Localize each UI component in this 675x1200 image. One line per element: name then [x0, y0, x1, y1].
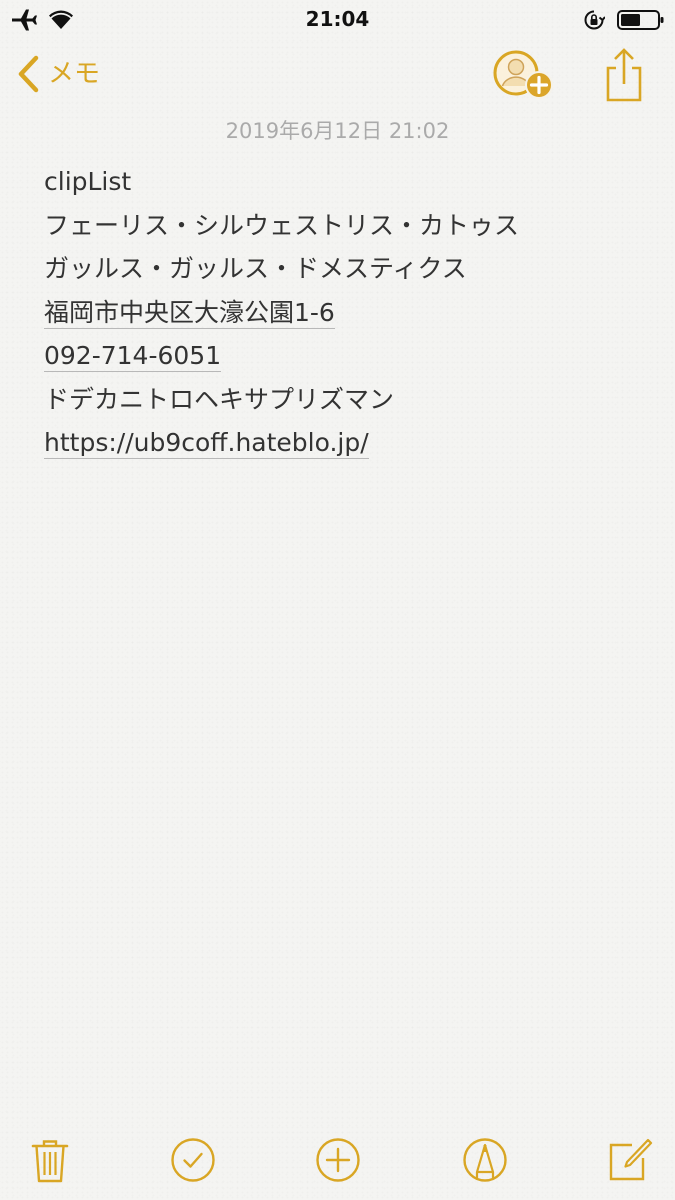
bottom-toolbar [0, 1130, 675, 1190]
url-line: https://ub9coff.hateblo.jp/ [44, 421, 644, 465]
checklist-icon [168, 1135, 218, 1185]
back-label: メモ [48, 59, 101, 89]
delete-button[interactable] [25, 1135, 75, 1185]
markup-icon [460, 1135, 510, 1185]
checklist-button[interactable] [168, 1135, 218, 1185]
battery-icon [617, 9, 665, 31]
address-line: 福岡市中央区大濠公園1-6 [44, 291, 644, 335]
trash-icon [25, 1135, 75, 1185]
note-date: 2019年6月12日 21:02 [225, 119, 450, 143]
status-right [583, 6, 665, 34]
note-title: clipList [44, 167, 132, 196]
add-button[interactable] [313, 1135, 363, 1185]
url-link[interactable]: https://ub9coff.hateblo.jp/ [44, 428, 369, 459]
address-link[interactable]: 福岡市中央区大濠公園1-6 [44, 298, 335, 329]
chevron-left-icon [16, 52, 42, 96]
compose-icon [603, 1135, 653, 1185]
nav-bar: メモ [0, 40, 675, 110]
note-body[interactable]: clipList フェーリス・シルウェストリス・カトゥス ガッルス・ガッルス・ド… [44, 160, 644, 465]
share-button[interactable] [602, 46, 646, 104]
add-person-button[interactable] [492, 48, 556, 102]
status-bar: 21:04 [0, 0, 675, 40]
orientation-lock-icon [583, 9, 605, 31]
phone-link[interactable]: 092-714-6051 [44, 341, 222, 372]
add-icon [313, 1135, 363, 1185]
markup-button[interactable] [460, 1135, 510, 1185]
back-button[interactable]: メモ [16, 52, 100, 96]
note-line: フェーリス・シルウェストリス・カトゥス [44, 210, 520, 240]
note-line: ドデカニトロヘキサプリズマン [44, 384, 395, 414]
status-time: 21:04 [305, 7, 370, 31]
note-line: ガッルス・ガッルス・ドメスティクス [44, 254, 467, 283]
compose-button[interactable] [603, 1135, 653, 1185]
phone-line: 092-714-6051 [44, 334, 644, 378]
